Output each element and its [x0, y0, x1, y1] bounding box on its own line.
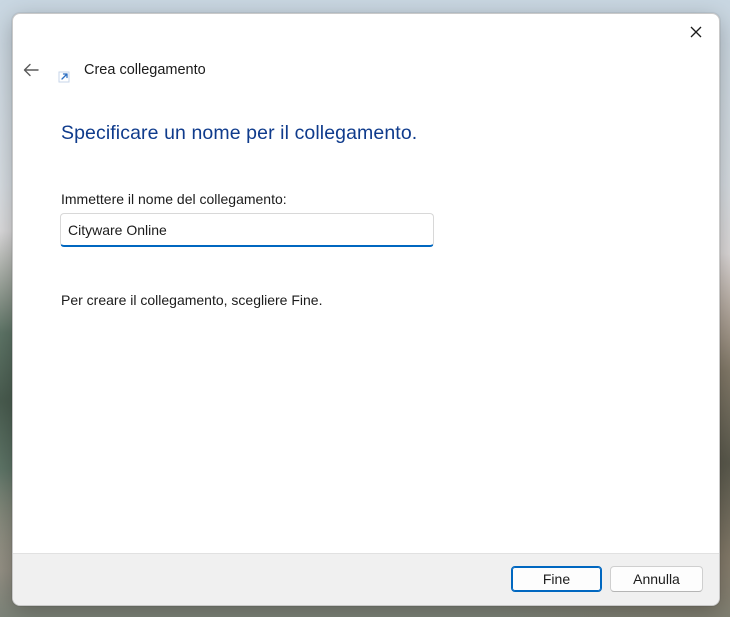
create-shortcut-dialog: Crea collegamento Specificare un nome pe…: [12, 13, 720, 606]
back-button[interactable]: [19, 58, 43, 82]
finish-hint-text: Per creare il collegamento, scegliere Fi…: [61, 292, 323, 308]
page-heading: Specificare un nome per il collegamento.: [61, 122, 418, 144]
cancel-button[interactable]: Annulla: [610, 566, 703, 592]
wizard-title: Crea collegamento: [84, 62, 206, 78]
shortcut-name-label: Immettere il nome del collegamento:: [61, 191, 287, 207]
shortcut-name-input[interactable]: [60, 213, 434, 247]
shortcut-arrow-icon: [58, 71, 70, 83]
close-icon: [690, 26, 702, 38]
dialog-footer: Fine Annulla: [13, 553, 719, 605]
arrow-left-icon: [23, 63, 39, 77]
close-button[interactable]: [673, 14, 719, 50]
finish-button[interactable]: Fine: [511, 566, 602, 592]
